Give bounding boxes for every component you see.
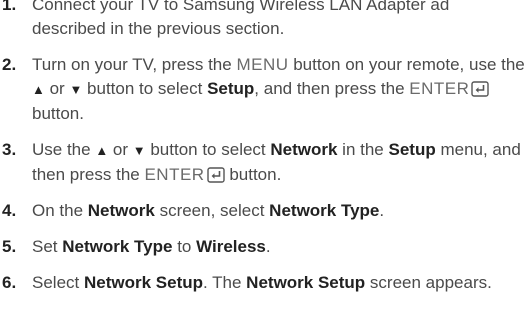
step-number: 5. [2, 237, 17, 256]
step-number: 2. [2, 55, 17, 74]
enter-icon [206, 167, 225, 183]
text-run: or [44, 79, 70, 98]
step-4: 4. On the Network screen, select Network… [0, 199, 528, 223]
up-arrow-icon: ▲ [95, 143, 109, 158]
step-text: Set Network Type to Wireless. [24, 235, 528, 259]
text-run: button. [32, 104, 84, 123]
step-text: On the Network screen, select Network Ty… [24, 199, 528, 223]
step-number: 3. [2, 140, 17, 159]
text-run: . [379, 201, 385, 220]
step-5: 5. Set Network Type to Wireless. [0, 235, 528, 259]
enter-icon [471, 81, 490, 97]
network-type-label: Network Type [62, 237, 173, 256]
step-6: 6. Select Network Setup. The Network Set… [0, 271, 528, 295]
step-2: 2. Turn on your TV, press the MENU butto… [0, 53, 528, 126]
enter-button-label: ENTER [144, 165, 205, 184]
step-3: 3. Use the ▲ or ▼ button to select Netwo… [0, 138, 528, 187]
text-run: screen appears. [365, 273, 492, 292]
text-run: button. [224, 165, 282, 184]
text-run: or [108, 140, 133, 159]
text-run: Set [32, 237, 63, 256]
text-run: in the [337, 140, 389, 159]
instruction-steps: 1. Connect your TV to Samsung Wireless L… [0, 0, 528, 295]
network-setup-label: Network Setup [83, 273, 204, 292]
step-text: Select Network Setup. The Network Setup … [24, 271, 528, 295]
text-run: button to select [82, 79, 208, 98]
step-number: 4. [2, 201, 17, 220]
down-arrow-icon: ▼ [69, 82, 83, 97]
network-label: Network [270, 140, 338, 159]
text-run: screen, select [154, 201, 270, 220]
step-text: Use the ▲ or ▼ button to select Network … [24, 138, 528, 187]
text-run: button to select [145, 140, 271, 159]
network-label: Network [87, 201, 155, 220]
text-run: to [172, 237, 197, 256]
setup-label: Setup [388, 140, 436, 159]
network-setup-label: Network Setup [246, 273, 366, 292]
text-run: Turn on your TV, press the [32, 55, 237, 74]
down-arrow-icon: ▼ [132, 143, 146, 158]
setup-label: Setup [207, 79, 255, 98]
text-run: , and then press the [254, 79, 410, 98]
text-run: button on your remote, use the [288, 55, 525, 74]
network-type-label: Network Type [269, 201, 380, 220]
text-run: . [265, 237, 271, 256]
up-arrow-icon: ▲ [32, 82, 45, 97]
step-number: 6. [2, 273, 17, 292]
step-1: 1. Connect your TV to Samsung Wireless L… [0, 0, 528, 41]
text-run: . The [203, 273, 247, 292]
text-run: Use the [32, 140, 96, 159]
text-run: Select [32, 273, 84, 292]
text-run: On the [32, 201, 88, 220]
menu-button-label: MENU [236, 55, 289, 74]
enter-button-label: ENTER [409, 79, 470, 98]
wireless-label: Wireless [196, 237, 266, 256]
step-text: Connect your TV to Samsung Wireless LAN … [32, 0, 450, 38]
step-text: Turn on your TV, press the MENU button o… [24, 53, 528, 126]
step-number: 1. [2, 0, 17, 14]
